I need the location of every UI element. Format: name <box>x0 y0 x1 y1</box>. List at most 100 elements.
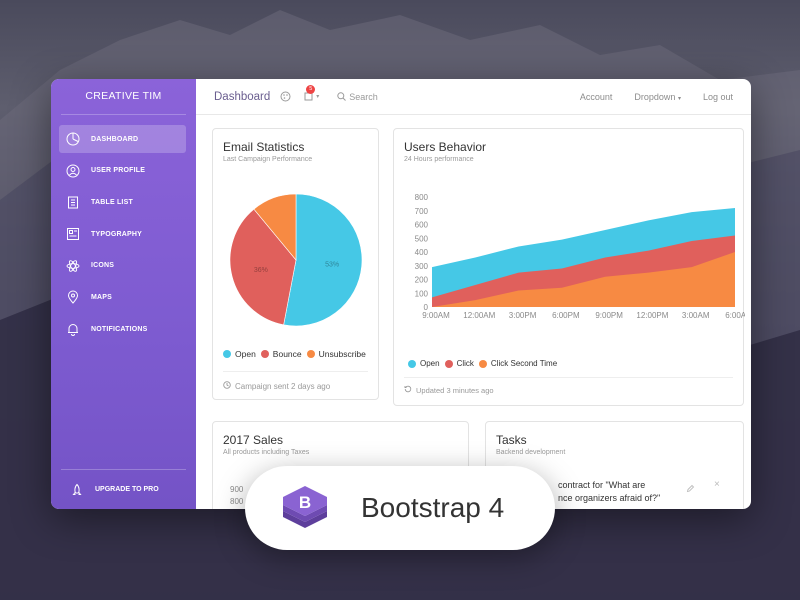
legend-item-click-second-time: Click Second Time <box>478 359 558 368</box>
y-tick-label: 800 <box>230 497 244 506</box>
search-label: Search <box>349 91 378 102</box>
y-tick-label: 700 <box>415 207 429 216</box>
sidebar-item-label: TYPOGRAPHY <box>91 230 143 238</box>
card-subtitle: Last Campaign Performance <box>223 156 313 163</box>
y-tick-label: 500 <box>415 234 429 243</box>
upgrade-to-pro-button[interactable]: UPGRADE TO PRO <box>61 469 186 509</box>
legend-swatch <box>444 359 453 368</box>
card-title: Email Statistics <box>223 140 305 154</box>
map-pin-icon <box>65 289 81 305</box>
chart-legend: Open Click Click Second Time <box>408 359 562 368</box>
x-tick-label: 12:00AM <box>463 311 495 320</box>
sidebar-item-label: TABLE LIST <box>91 198 133 206</box>
user-icon <box>65 163 81 179</box>
logout-link[interactable]: Log out <box>703 92 733 102</box>
legend-item-unsubscribe: Unsubscribe <box>306 349 366 359</box>
y-tick-label: 100 <box>415 289 429 298</box>
page-title[interactable]: Dashboard <box>214 91 270 103</box>
sidebar-item-dashboard[interactable]: DASHBOARD <box>59 125 186 153</box>
clock-icon <box>223 381 231 391</box>
card-title: Users Behavior <box>404 140 487 154</box>
account-link[interactable]: Account <box>580 92 613 102</box>
chart-legend: Open Bounce Unsubscribe <box>223 349 371 359</box>
legend-label: Unsubscribe <box>318 349 366 359</box>
x-tick-label: 3:00PM <box>509 311 537 320</box>
sidebar-item-label: NOTIFICATIONS <box>91 325 148 333</box>
bootstrap-badge: B Bootstrap 4 <box>245 466 555 550</box>
users-behavior-area-chart: 01002003004005006007008009:00AM 12:00AM 3:… <box>415 193 745 320</box>
sidebar-item-maps[interactable]: MAPS <box>59 283 186 311</box>
legend-swatch <box>478 359 487 368</box>
legend-swatch <box>306 350 315 358</box>
task-item-text: contract for "What are nce organizers af… <box>558 479 660 505</box>
dashboard-window: CREATIVE TIM DASHBOARD USER PROFILE TABL… <box>51 79 751 509</box>
card-subtitle: Backend development <box>496 449 566 456</box>
palette-icon[interactable] <box>280 91 291 102</box>
email-pie-chart: 53% 36% <box>229 193 363 327</box>
chart-pie-icon <box>65 131 81 147</box>
sidebar-item-typography[interactable]: TYPOGRAPHY <box>59 220 186 248</box>
x-tick-label: 6:00PM <box>552 311 580 320</box>
x-tick-label: 12:00PM <box>636 311 668 320</box>
pie-data-label: 36% <box>254 267 268 274</box>
dropdown-menu[interactable]: Dropdown ▾ <box>634 92 681 102</box>
caret-down-icon: ▾ <box>316 94 320 100</box>
email-statistics-card: Email Statistics Last Campaign Performan… <box>212 128 379 400</box>
y-tick-label: 900 <box>230 485 244 494</box>
x-tick-label: 9:00AM <box>422 311 450 320</box>
notifications-dropdown[interactable]: 5 ▾ <box>303 85 320 102</box>
sidebar-item-notifications[interactable]: NOTIFICATIONS <box>59 315 186 343</box>
sidebar: CREATIVE TIM DASHBOARD USER PROFILE TABL… <box>51 79 196 509</box>
sidebar-item-table-list[interactable]: TABLE LIST <box>59 188 186 216</box>
legend-swatch <box>408 359 416 368</box>
task-line: contract for "What are <box>558 480 646 490</box>
sidebar-nav: DASHBOARD USER PROFILE TABLE LIST TYPOGR… <box>51 125 196 343</box>
users-behavior-card: Users Behavior 24 Hours performance 0 100… <box>393 128 745 406</box>
legend-label: Open <box>420 359 440 368</box>
legend-item-bounce: Bounce <box>260 349 302 359</box>
upgrade-label: UPGRADE TO PRO <box>95 486 159 493</box>
top-navbar: Dashboard 5 ▾ Search Account Dropdown ▾ … <box>196 79 751 115</box>
y-tick-label: 800 <box>415 193 429 202</box>
x-tick-label: 3:00AM <box>682 311 710 320</box>
legend-swatch <box>260 350 269 358</box>
search-button[interactable]: Search <box>337 92 378 102</box>
card-footer: Updated 3 minutes ago <box>404 385 494 395</box>
legend-swatch <box>223 350 231 358</box>
badge-label: Bootstrap 4 <box>361 492 505 523</box>
card-title: Tasks <box>496 433 527 447</box>
brand-logo-text[interactable]: CREATIVE TIM <box>61 79 186 115</box>
paper-icon <box>65 226 81 242</box>
card-title: 2017 Sales <box>223 433 284 447</box>
y-tick-label: 400 <box>415 248 429 257</box>
card-divider <box>223 371 368 372</box>
y-tick-label: 300 <box>415 262 429 271</box>
sidebar-item-icons[interactable]: ICONS <box>59 252 186 280</box>
sidebar-item-label: DASHBOARD <box>91 135 139 143</box>
card-footer: Campaign sent 2 days ago <box>223 381 330 391</box>
x-tick-label: 9:00PM <box>595 311 623 320</box>
bootstrap-logo-icon: B <box>275 478 335 538</box>
history-icon <box>404 385 412 395</box>
legend-label: Click <box>456 359 474 368</box>
sidebar-item-label: ICONS <box>91 262 115 270</box>
logo-letter: B <box>299 493 311 512</box>
legend-label: Click Second Time <box>490 359 558 368</box>
close-icon[interactable]: × <box>714 479 720 490</box>
footer-text: Campaign sent 2 days ago <box>235 381 331 391</box>
sidebar-item-user-profile[interactable]: USER PROFILE <box>59 157 186 185</box>
caret-down-icon: ▾ <box>677 95 681 102</box>
y-tick-label: 200 <box>415 276 429 285</box>
edit-icon[interactable] <box>686 480 695 498</box>
bell-icon <box>65 321 81 337</box>
legend-item-click: Click <box>444 359 474 368</box>
card-divider <box>404 377 733 378</box>
dropdown-label: Dropdown <box>634 91 676 102</box>
legend-item-open: Open <box>408 359 440 368</box>
rocket-icon <box>69 482 85 498</box>
footer-text: Updated 3 minutes ago <box>416 385 494 395</box>
card-subtitle: 24 Hours performance <box>404 156 474 163</box>
atom-icon <box>65 258 81 274</box>
card-subtitle: All products including Taxes <box>223 449 310 456</box>
sidebar-item-label: MAPS <box>91 293 113 301</box>
